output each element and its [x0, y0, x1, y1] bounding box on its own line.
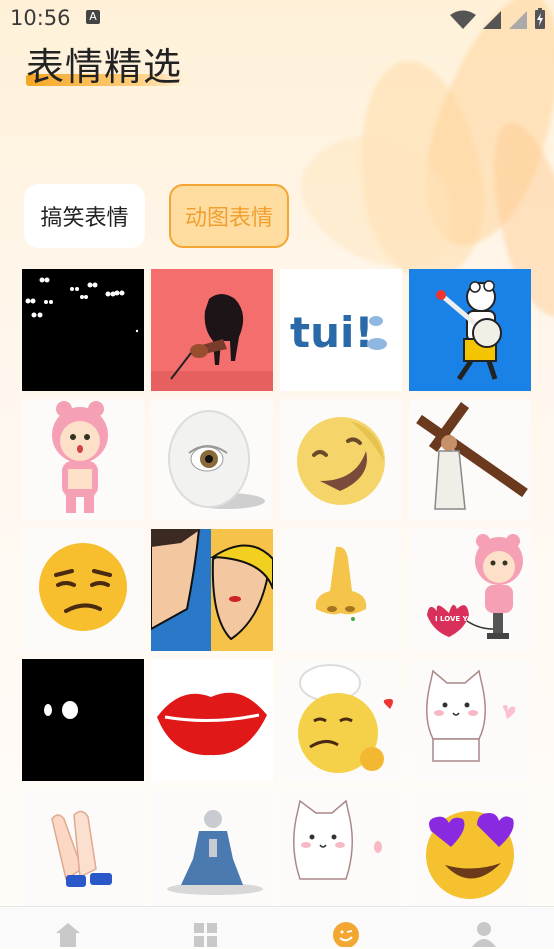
sticker-praying-figure[interactable]: [151, 789, 273, 911]
sticker-red-lips[interactable]: [151, 659, 273, 781]
sticker-eyes-in-dark[interactable]: [22, 269, 144, 391]
category-tabs: 搞笑表情 动图表情: [24, 184, 289, 248]
sticker-bear-banjo[interactable]: [409, 269, 531, 391]
nav-grid[interactable]: [186, 919, 226, 949]
sticker-nose[interactable]: [280, 529, 402, 651]
signal-icon: [483, 11, 501, 29]
sticker-pink-bear-love-pump[interactable]: I LOVE YOU: [409, 529, 531, 651]
sticker-chef-kiss-emoji[interactable]: [280, 659, 402, 781]
i-love-you-text: I LOVE YOU: [435, 615, 479, 623]
sticker-unamused-emoji[interactable]: [22, 529, 144, 651]
page-title: 表情精选: [26, 45, 183, 89]
grid-icon: [194, 923, 217, 947]
home-icon: [56, 923, 80, 947]
status-bar: 10:56 A: [0, 0, 554, 36]
sticker-egg-eye[interactable]: [151, 399, 273, 521]
tui-text: tui!: [290, 308, 374, 357]
sticker-clapping-hands[interactable]: [22, 789, 144, 911]
nav-stickers[interactable]: [326, 919, 366, 949]
nav-home[interactable]: [48, 919, 88, 949]
sticker-smirk-moon-face[interactable]: [280, 399, 402, 521]
sticker-black-dots[interactable]: [22, 659, 144, 781]
system-icons: [450, 8, 546, 30]
tab-animated-stickers[interactable]: 动图表情: [169, 184, 289, 248]
bottom-navigation: [0, 906, 554, 947]
battery-charging-icon: [535, 8, 545, 29]
sticker-white-cat-heart[interactable]: [409, 659, 531, 781]
status-time: 10:56: [10, 6, 71, 30]
sticker-heart-eyes-emoji[interactable]: [409, 789, 531, 911]
sticker-heart-guitar[interactable]: [151, 269, 273, 391]
signal-empty-icon: [509, 11, 527, 29]
sticker-tui-text[interactable]: tui!: [280, 269, 402, 391]
sticker-cross-bearer[interactable]: [409, 399, 531, 521]
wifi-icon: [450, 10, 476, 29]
sticker-pop-art-couple[interactable]: [151, 529, 273, 651]
sticker-grid: tui! I LOVE YOU: [22, 269, 532, 911]
nav-profile[interactable]: [464, 919, 504, 949]
person-icon: [472, 922, 496, 947]
sticker-pixel-cat[interactable]: [280, 789, 402, 911]
notification-icon: A: [86, 10, 100, 24]
sticker-pink-bear-doll[interactable]: [22, 399, 144, 521]
tab-funny-stickers[interactable]: 搞笑表情: [24, 184, 145, 248]
smile-icon: [333, 922, 359, 947]
